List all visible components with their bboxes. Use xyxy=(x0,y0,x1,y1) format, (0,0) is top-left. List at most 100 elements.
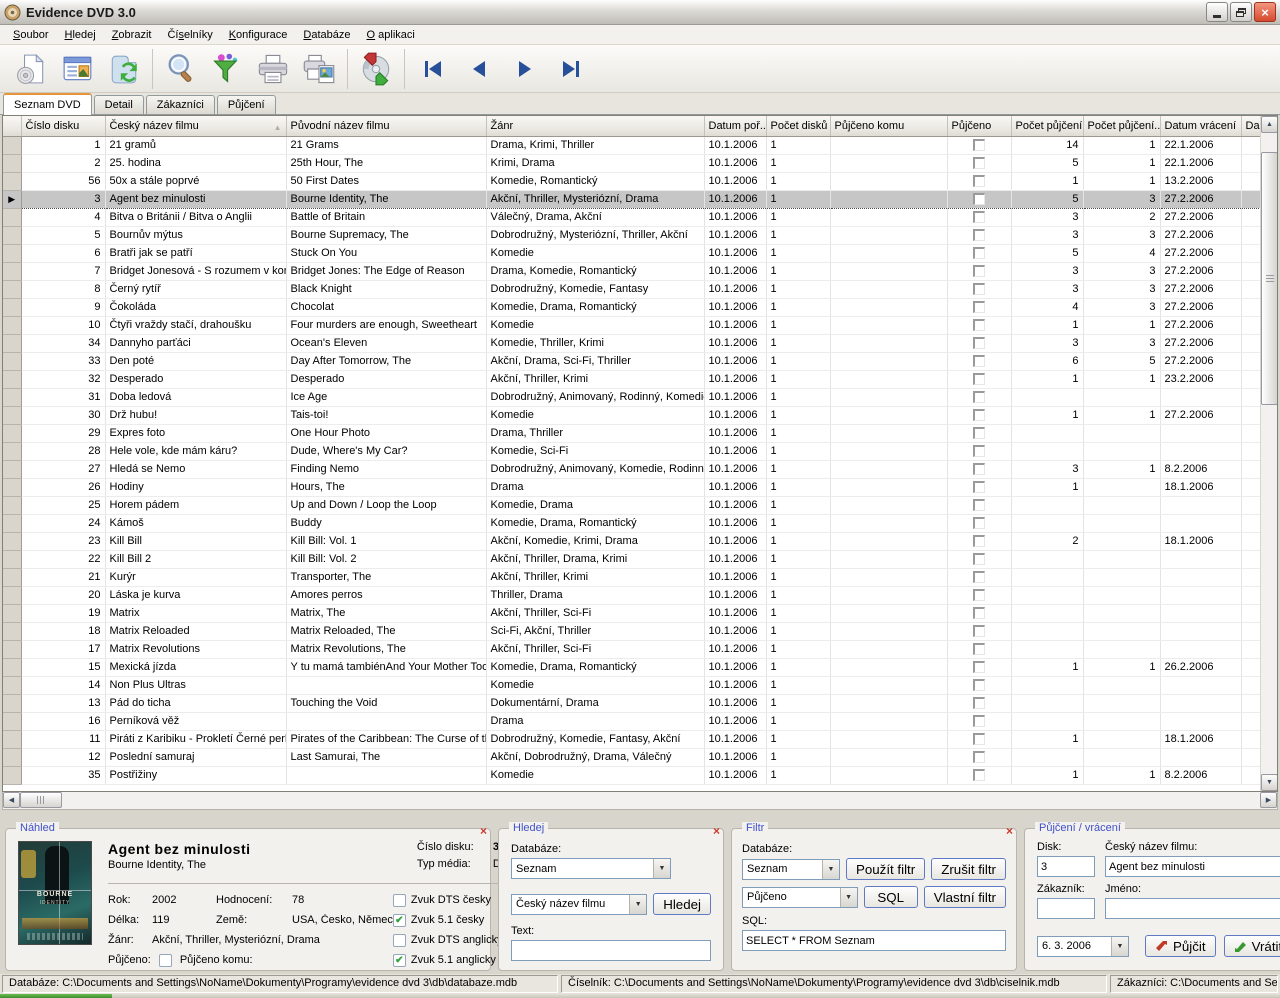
cell-czech[interactable]: Matrix xyxy=(105,604,286,622)
menu-item-zobrazit[interactable]: Zobrazit xyxy=(104,27,160,43)
borrowed-checkbox[interactable] xyxy=(973,427,985,439)
custom-filter-button[interactable]: Vlastní filtr xyxy=(924,886,1006,908)
cell-borrowed[interactable] xyxy=(947,694,1011,712)
cell-borrowed_to[interactable] xyxy=(830,406,947,424)
czech-title-input[interactable] xyxy=(1105,856,1280,877)
cell-loans[interactable]: 1 xyxy=(1011,766,1083,784)
cell-czech[interactable]: Kámoš xyxy=(105,514,286,532)
cell-loans2[interactable]: 3 xyxy=(1083,226,1160,244)
cell-extra[interactable] xyxy=(1241,352,1261,370)
table-row[interactable]: 27Hledá se NemoFinding NemoDobrodružný, … xyxy=(3,460,1261,478)
cell-discs[interactable]: 1 xyxy=(766,478,830,496)
cell-loans2[interactable]: 3 xyxy=(1083,262,1160,280)
cell-num[interactable]: 9 xyxy=(21,298,105,316)
cell-borrowed_to[interactable] xyxy=(830,568,947,586)
cell-date_acq[interactable]: 10.1.2006 xyxy=(704,514,766,532)
table-row[interactable]: 22Kill Bill 2Kill Bill: Vol. 2Akční, Thr… xyxy=(3,550,1261,568)
cell-czech[interactable]: Horem pádem xyxy=(105,496,286,514)
borrowed-checkbox[interactable] xyxy=(973,373,985,385)
cell-discs[interactable]: 1 xyxy=(766,190,830,208)
cell-borrowed_to[interactable] xyxy=(830,316,947,334)
borrowed-checkbox[interactable] xyxy=(973,571,985,583)
cell-borrowed_to[interactable] xyxy=(830,352,947,370)
cell-returned[interactable]: 27.2.2006 xyxy=(1160,334,1241,352)
cell-extra[interactable] xyxy=(1241,730,1261,748)
search-button[interactable]: Hledej xyxy=(653,893,711,915)
cell-borrowed[interactable] xyxy=(947,478,1011,496)
column-header-discs[interactable]: Počet disků xyxy=(766,116,830,136)
cell-extra[interactable] xyxy=(1241,766,1261,784)
table-row[interactable]: 10Čtyři vraždy stačí, drahouškuFour murd… xyxy=(3,316,1261,334)
borrowed-checkbox[interactable] xyxy=(973,391,985,403)
cell-date_acq[interactable]: 10.1.2006 xyxy=(704,730,766,748)
cell-borrowed[interactable] xyxy=(947,658,1011,676)
cell-extra[interactable] xyxy=(1241,280,1261,298)
cell-returned[interactable] xyxy=(1160,568,1241,586)
cell-num[interactable]: 29 xyxy=(21,424,105,442)
column-header-num[interactable]: Číslo disku xyxy=(21,116,105,136)
cell-discs[interactable]: 1 xyxy=(766,640,830,658)
cell-genre[interactable]: Drama, Thriller xyxy=(486,424,704,442)
cell-num[interactable]: 3 xyxy=(21,190,105,208)
cell-orig[interactable]: Dude, Where's My Car? xyxy=(286,442,486,460)
cell-czech[interactable]: Non Plus Ultras xyxy=(105,676,286,694)
cell-loans2[interactable]: 3 xyxy=(1083,190,1160,208)
cell-borrowed_to[interactable] xyxy=(830,478,947,496)
cell-num[interactable]: 33 xyxy=(21,352,105,370)
date-select[interactable]: 6. 3. 2006 ▼ xyxy=(1037,936,1129,957)
cell-loans[interactable]: 5 xyxy=(1011,190,1083,208)
cell-ind[interactable] xyxy=(3,460,21,478)
cell-num[interactable]: 24 xyxy=(21,514,105,532)
cell-borrowed_to[interactable] xyxy=(830,604,947,622)
cell-czech[interactable]: Agent bez minulosti xyxy=(105,190,286,208)
cell-date_acq[interactable]: 10.1.2006 xyxy=(704,766,766,784)
column-header-borrowed_to[interactable]: Půjčeno komu xyxy=(830,116,947,136)
close-button[interactable]: × xyxy=(1254,2,1276,22)
cell-czech[interactable]: Hledá se Nemo xyxy=(105,460,286,478)
cell-discs[interactable]: 1 xyxy=(766,550,830,568)
cell-loans2[interactable] xyxy=(1083,478,1160,496)
cell-discs[interactable]: 1 xyxy=(766,424,830,442)
cell-num[interactable]: 25 xyxy=(21,496,105,514)
cell-borrowed[interactable] xyxy=(947,316,1011,334)
print-preview-button[interactable] xyxy=(300,50,338,88)
borrowed-checkbox[interactable] xyxy=(973,607,985,619)
cell-discs[interactable]: 1 xyxy=(766,406,830,424)
cell-orig[interactable]: Pirates of the Caribbean: The Curse of t… xyxy=(286,730,486,748)
cell-ind[interactable] xyxy=(3,766,21,784)
cell-orig[interactable]: 25th Hour, The xyxy=(286,154,486,172)
cell-loans2[interactable] xyxy=(1083,424,1160,442)
borrowed-checkbox[interactable] xyxy=(973,193,985,205)
cell-borrowed[interactable] xyxy=(947,460,1011,478)
table-row[interactable]: 12Poslední samurajLast Samurai, TheAkční… xyxy=(3,748,1261,766)
table-row[interactable]: 17Matrix RevolutionsMatrix Revolutions, … xyxy=(3,640,1261,658)
cell-loans[interactable]: 3 xyxy=(1011,334,1083,352)
cell-czech[interactable]: Pád do ticha xyxy=(105,694,286,712)
borrowed-checkbox[interactable] xyxy=(159,954,172,967)
cell-discs[interactable]: 1 xyxy=(766,136,830,154)
cell-ind[interactable] xyxy=(3,658,21,676)
cell-borrowed_to[interactable] xyxy=(830,712,947,730)
cell-loans2[interactable]: 1 xyxy=(1083,154,1160,172)
cell-borrowed_to[interactable] xyxy=(830,208,947,226)
cell-loans[interactable]: 1 xyxy=(1011,370,1083,388)
cell-num[interactable]: 16 xyxy=(21,712,105,730)
table-row[interactable]: 23Kill BillKill Bill: Vol. 1Akční, Komed… xyxy=(3,532,1261,550)
cell-genre[interactable]: Drama, Krimi, Thriller xyxy=(486,136,704,154)
cell-borrowed_to[interactable] xyxy=(830,226,947,244)
cell-orig[interactable]: Kill Bill: Vol. 2 xyxy=(286,550,486,568)
cell-date_acq[interactable]: 10.1.2006 xyxy=(704,658,766,676)
cell-orig[interactable]: Battle of Britain xyxy=(286,208,486,226)
cell-loans2[interactable] xyxy=(1083,388,1160,406)
cell-discs[interactable]: 1 xyxy=(766,622,830,640)
cell-loans[interactable]: 5 xyxy=(1011,154,1083,172)
table-row[interactable]: 11Piráti z Karibiku - Prokletí Černé per… xyxy=(3,730,1261,748)
tab-detail[interactable]: Detail xyxy=(94,95,144,114)
cell-extra[interactable] xyxy=(1241,676,1261,694)
nav-last-button[interactable] xyxy=(552,50,590,88)
cell-extra[interactable] xyxy=(1241,514,1261,532)
menu-item-konfigurace[interactable]: Konfigurace xyxy=(221,27,296,43)
cell-date_acq[interactable]: 10.1.2006 xyxy=(704,154,766,172)
cell-extra[interactable] xyxy=(1241,154,1261,172)
sql-button[interactable]: SQL xyxy=(864,886,918,908)
